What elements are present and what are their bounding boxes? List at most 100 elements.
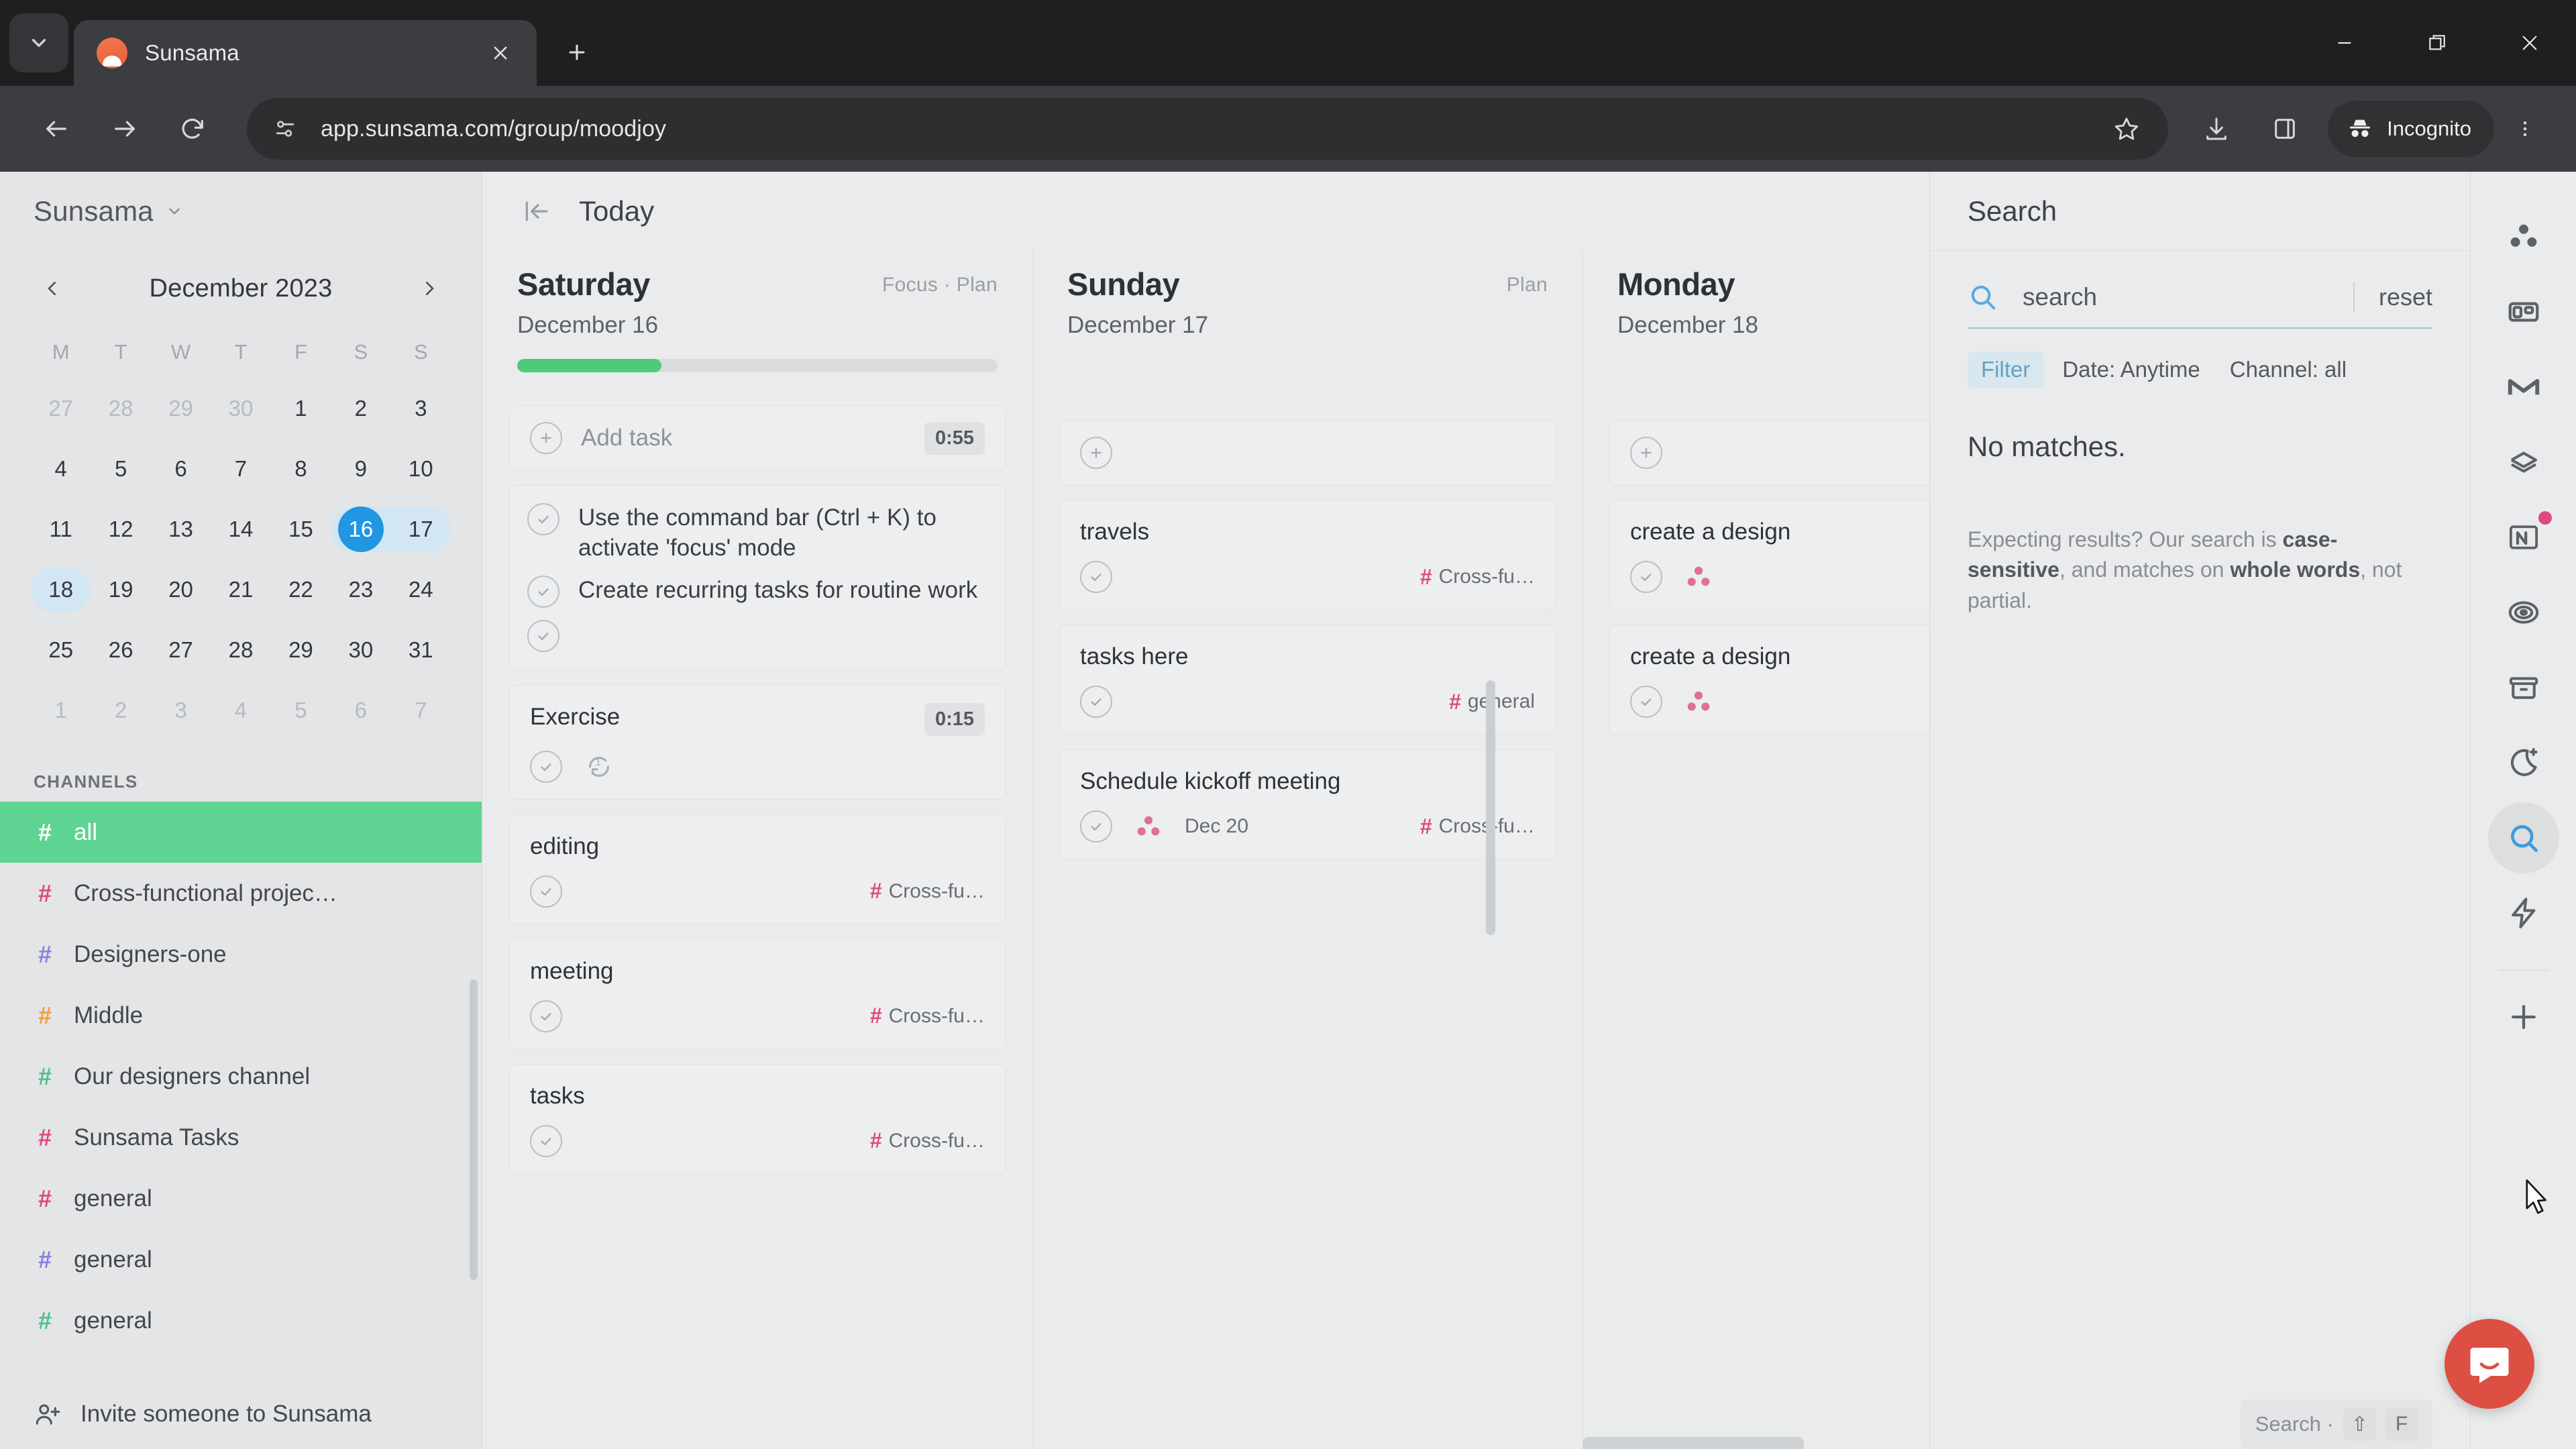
task-checkbox[interactable] (530, 1000, 562, 1032)
forward-icon[interactable] (93, 97, 157, 161)
board-scrollbar[interactable] (1486, 680, 1495, 935)
task-channel-tag[interactable]: #Cross-fu… (1420, 814, 1535, 839)
reset-button[interactable]: reset (2379, 283, 2432, 311)
calendar-day-26[interactable]: 26 (91, 620, 150, 680)
rail-notion-icon[interactable] (2486, 502, 2561, 573)
calendar-day-11[interactable]: 11 (31, 499, 91, 559)
intro-task-row[interactable] (527, 619, 987, 652)
kebab-menu-icon[interactable] (2498, 97, 2552, 161)
task-card[interactable]: tasks # Cross-fu… (509, 1063, 1006, 1174)
calendar-day-7[interactable]: 7 (391, 680, 451, 741)
sidebar-scrollbar[interactable] (470, 979, 478, 1280)
task-card[interactable]: Exercise 0:15 1 (509, 684, 1006, 800)
collapse-left-icon[interactable] (519, 193, 555, 229)
task-checkbox[interactable] (527, 575, 559, 608)
date-filter[interactable]: Date: Anytime (2051, 352, 2210, 388)
calendar-day-6[interactable]: 6 (151, 439, 211, 499)
calendar-day-30[interactable]: 30 (331, 620, 390, 680)
back-icon[interactable] (24, 97, 89, 161)
calendar-day-28[interactable]: 28 (211, 620, 270, 680)
add-task-row[interactable] (1609, 421, 1929, 485)
workspace-switcher[interactable]: Sunsama (0, 172, 482, 251)
task-checkbox[interactable] (1080, 686, 1112, 718)
calendar-day-13[interactable]: 13 (151, 499, 211, 559)
calendar-day-3[interactable]: 3 (391, 378, 451, 439)
intro-task-row[interactable]: Create recurring tasks for routine work (527, 575, 987, 608)
task-checkbox[interactable] (1630, 686, 1662, 718)
calendar-day-12[interactable]: 12 (91, 499, 150, 559)
invite-button[interactable]: Invite someone to Sunsama (0, 1379, 482, 1449)
calendar-day-4[interactable]: 4 (31, 439, 91, 499)
calendar-day-2[interactable]: 2 (91, 680, 150, 741)
rail-archive-icon[interactable] (2486, 652, 2561, 723)
task-card[interactable]: travels # Cross-fu… (1059, 500, 1556, 610)
task-card[interactable]: create a design (1609, 500, 1929, 610)
calendar-day-19[interactable]: 19 (91, 559, 150, 620)
search-input[interactable]: search (2023, 283, 2329, 311)
calendar-day-17[interactable]: 17 (390, 499, 451, 559)
reload-icon[interactable] (161, 97, 225, 161)
sidebar-channel-general[interactable]: # general (0, 1290, 482, 1351)
calendar-day-2[interactable]: 2 (331, 378, 390, 439)
rail-add-integration-button[interactable] (2486, 981, 2561, 1053)
calendar-day-27[interactable]: 27 (151, 620, 211, 680)
rail-search-icon[interactable] (2487, 802, 2559, 873)
rail-asana-icon[interactable] (2486, 201, 2561, 272)
sidebar-channel-general[interactable]: # general (0, 1229, 482, 1290)
task-channel-tag[interactable]: #Cross-fu… (870, 879, 985, 904)
calendar-day-14[interactable]: 14 (211, 499, 270, 559)
calendar-day-24[interactable]: 24 (391, 559, 451, 620)
rail-trello-icon[interactable] (2486, 276, 2561, 347)
calendar-next-button[interactable] (408, 267, 451, 310)
sidebar-channel-our-designers-channel[interactable]: # Our designers channel (0, 1046, 482, 1107)
calendar-day-6[interactable]: 6 (331, 680, 390, 741)
intro-task-card[interactable]: Use the command bar (Ctrl + K) to activa… (509, 485, 1006, 670)
intercom-chat-button[interactable] (2445, 1319, 2534, 1409)
task-checkbox[interactable] (530, 875, 562, 908)
calendar-day-8[interactable]: 8 (271, 439, 331, 499)
task-channel-tag[interactable]: #Cross-fu… (870, 1004, 985, 1028)
window-close-icon[interactable] (2483, 0, 2576, 86)
side-panel-icon[interactable] (2253, 97, 2317, 161)
task-card[interactable]: create a design (1609, 625, 1929, 735)
day-actions[interactable]: Plan (1507, 274, 1548, 297)
task-channel-tag[interactable]: #Cross-fu… (1420, 565, 1535, 590)
calendar-days-grid[interactable]: 27 28 29 30 1 2 3 4 5 6 7 8 9 10 11 12 13 14 15 16 17 18 19 20 2… (31, 378, 451, 741)
task-checkbox[interactable] (527, 619, 559, 652)
bookmark-star-icon[interactable] (2108, 110, 2145, 148)
channel-filter[interactable]: Channel: all (2219, 352, 2357, 388)
task-checkbox[interactable] (1080, 810, 1112, 843)
filter-chip[interactable]: Filter (1968, 352, 2044, 388)
sidebar-channel-cross-functional-projec[interactable]: # Cross-functional projec… (0, 863, 482, 924)
task-card[interactable]: meeting # Cross-fu… (509, 938, 1006, 1049)
calendar-day-15[interactable]: 15 (271, 499, 331, 559)
calendar-day-4[interactable]: 4 (211, 680, 270, 741)
calendar-day-16[interactable]: 16 (331, 499, 391, 559)
browser-tab[interactable]: Sunsama (74, 20, 537, 86)
intro-task-row[interactable]: Use the command bar (Ctrl + K) to activa… (527, 503, 987, 564)
task-checkbox[interactable] (1630, 561, 1662, 593)
new-tab-button[interactable] (551, 27, 602, 78)
site-settings-icon[interactable] (270, 113, 301, 144)
sidebar-channel-sunsama-tasks[interactable]: # Sunsama Tasks (0, 1107, 482, 1168)
calendar-day-31[interactable]: 31 (391, 620, 451, 680)
calendar-day-29[interactable]: 29 (271, 620, 331, 680)
task-checkbox[interactable] (530, 750, 562, 783)
calendar-day-21[interactable]: 21 (211, 559, 270, 620)
calendar-day-25[interactable]: 25 (31, 620, 91, 680)
board-horizontal-scrollbar[interactable] (1582, 1437, 1804, 1449)
rail-night-mode-icon[interactable] (2486, 727, 2561, 798)
add-task-row[interactable]: Add task 0:55 (509, 406, 1006, 470)
calendar-day-5[interactable]: 5 (91, 439, 150, 499)
calendar-day-18[interactable]: 18 (31, 559, 91, 620)
task-checkbox[interactable] (1080, 561, 1112, 593)
calendar-day-9[interactable]: 9 (331, 439, 390, 499)
profile-incognito-button[interactable]: Incognito (2328, 101, 2494, 157)
add-task-row[interactable] (1059, 421, 1556, 485)
maximize-icon[interactable] (2391, 0, 2483, 86)
task-channel-tag[interactable]: #Cross-fu… (870, 1128, 985, 1153)
rail-lightning-icon[interactable] (2486, 877, 2561, 949)
minimize-icon[interactable] (2298, 0, 2391, 86)
calendar-day-20[interactable]: 20 (151, 559, 211, 620)
rail-dropbox-icon[interactable] (2486, 427, 2561, 498)
